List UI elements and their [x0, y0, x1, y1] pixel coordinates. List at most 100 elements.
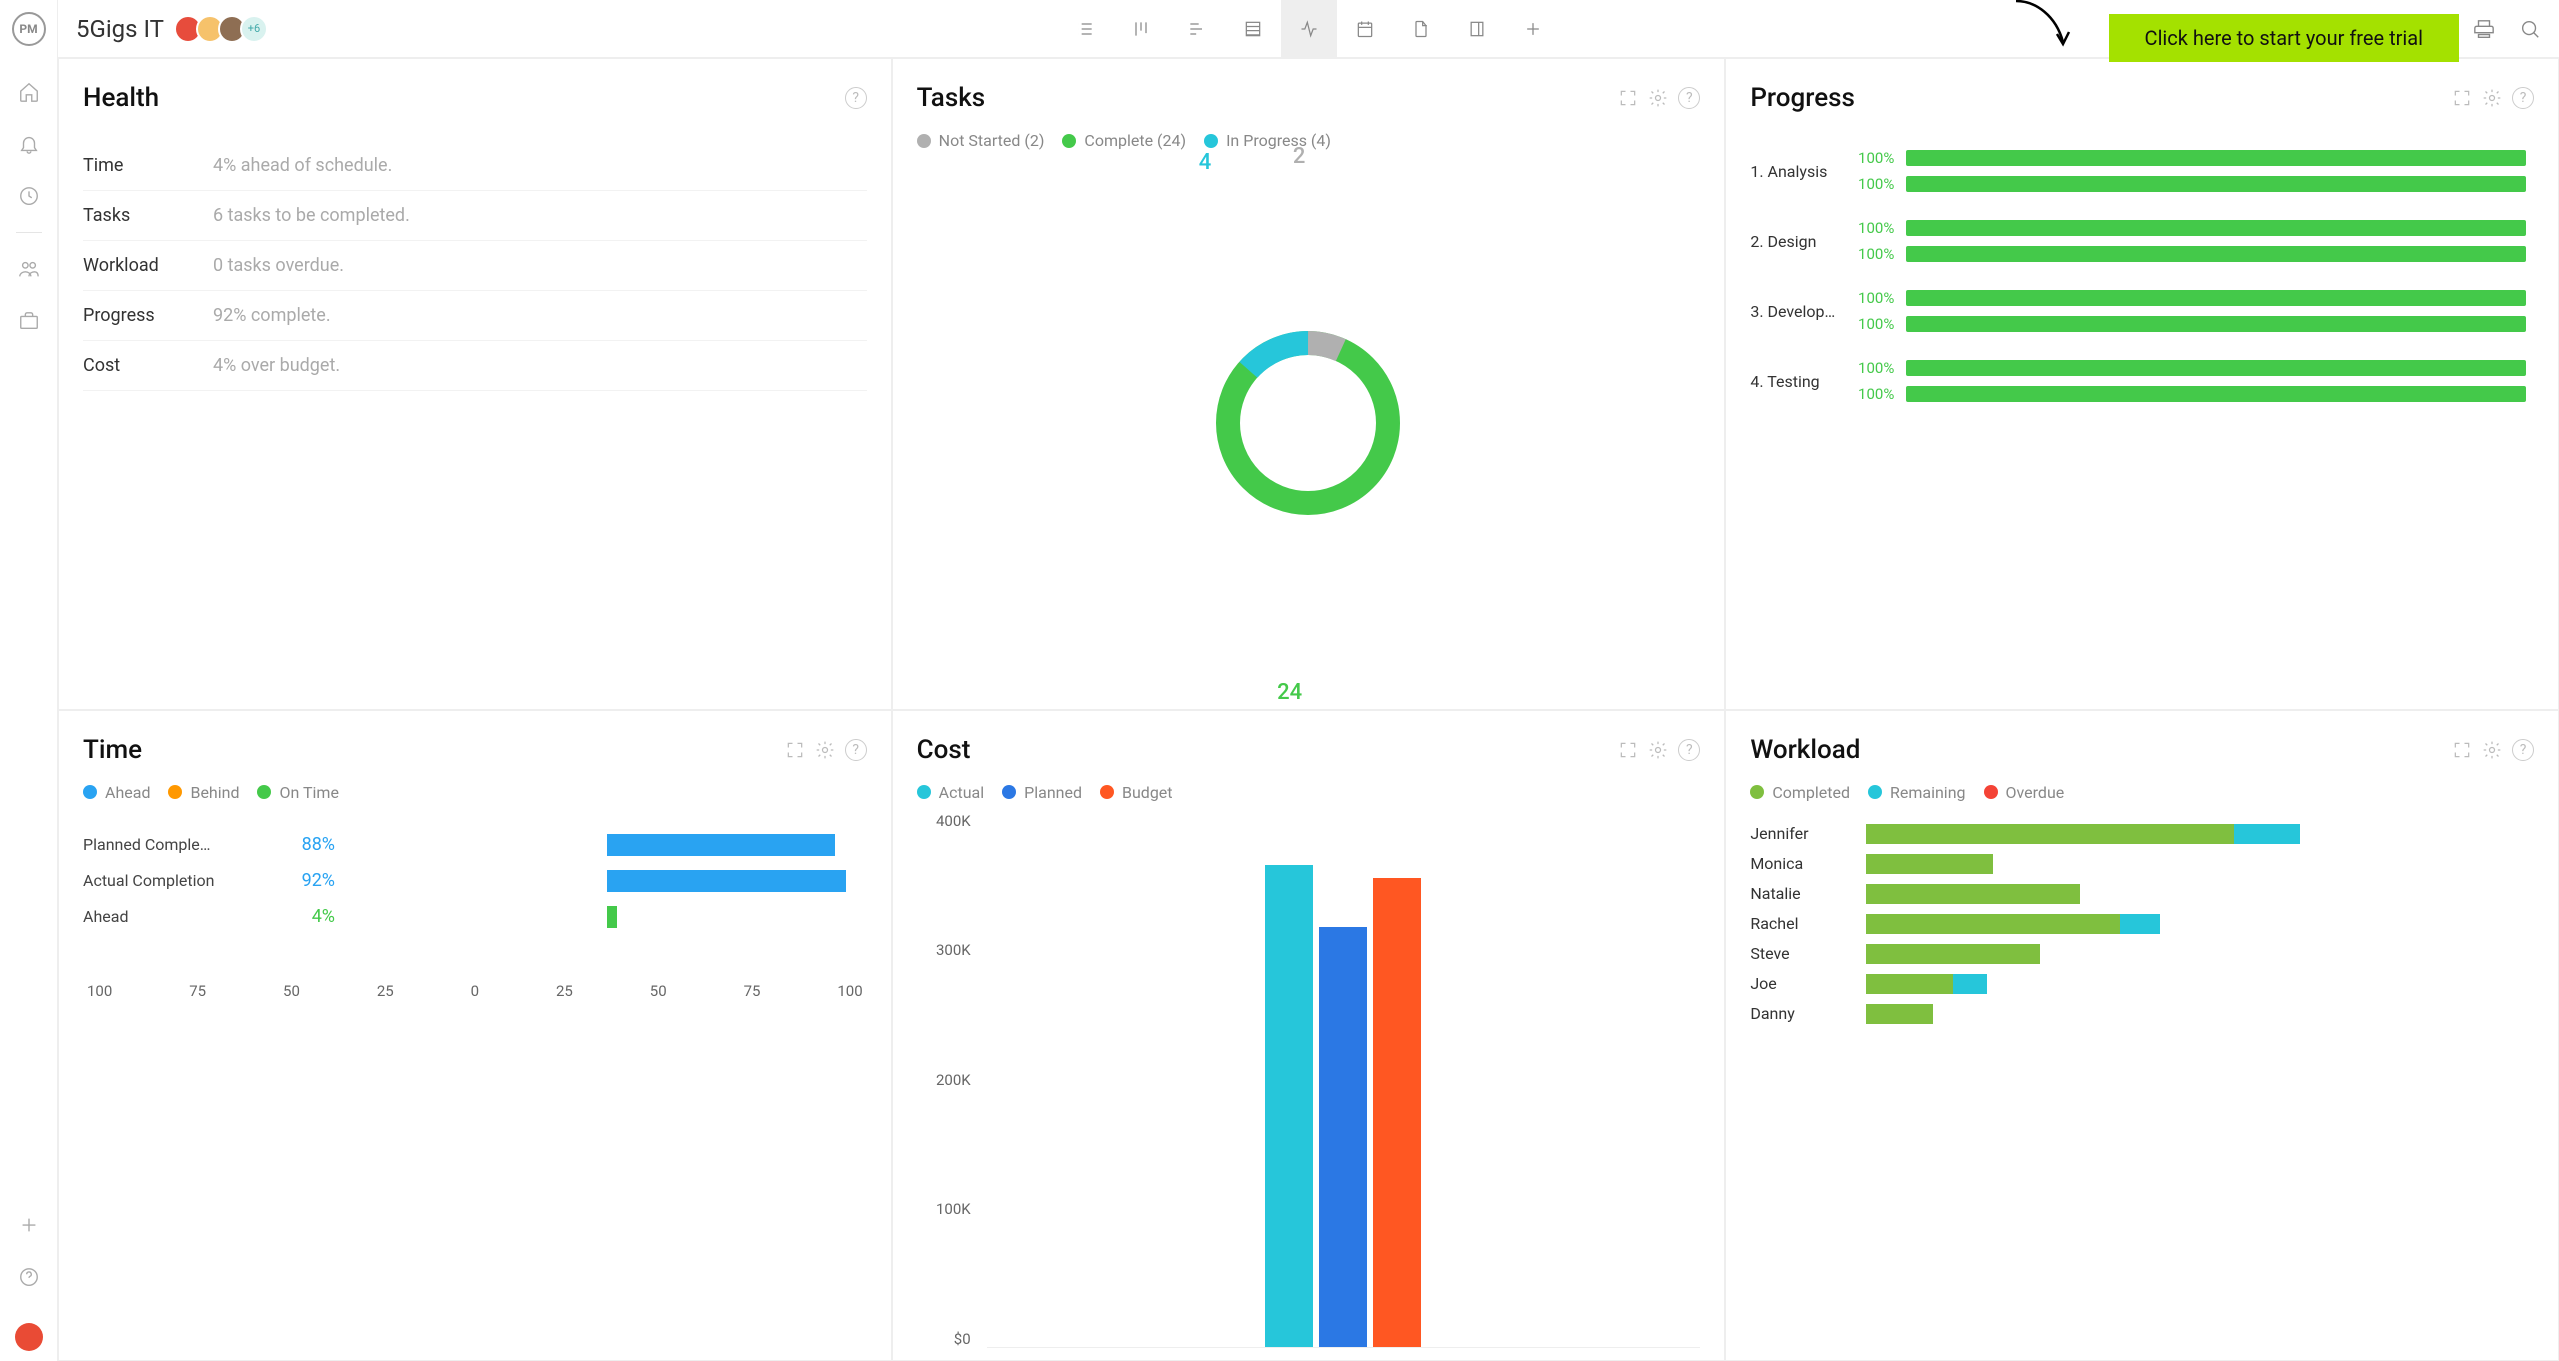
progress-row: 4. Testing100%100%: [1750, 359, 2526, 403]
progress-row: 1. Analysis100%100%: [1750, 149, 2526, 193]
health-row-value: 6 tasks to be completed.: [213, 205, 410, 226]
legend-label: Planned: [1024, 783, 1082, 802]
view-list-icon[interactable]: [1057, 0, 1113, 57]
progress-bar: [1906, 360, 2526, 376]
health-title: Health: [83, 83, 159, 113]
progress-name: 1. Analysis: [1750, 162, 1840, 181]
health-row-label: Workload: [83, 255, 213, 276]
help-icon[interactable]: [17, 1265, 41, 1289]
workload-segment: [1866, 854, 1993, 874]
home-icon[interactable]: [17, 80, 41, 104]
view-calendar-icon[interactable]: [1337, 0, 1393, 57]
progress-pct: 100%: [1854, 219, 1894, 237]
help-button[interactable]: ?: [1678, 739, 1700, 761]
axis-tick: 75: [744, 982, 761, 1000]
help-button[interactable]: ?: [845, 87, 867, 109]
view-board-icon[interactable]: [1113, 0, 1169, 57]
help-button[interactable]: ?: [2512, 739, 2534, 761]
health-row: Cost4% over budget.: [83, 341, 867, 391]
health-card: Health ? Time4% ahead of schedule.Tasks6…: [58, 58, 892, 710]
legend-label: Budget: [1122, 783, 1173, 802]
time-row: Planned Comple…88%: [83, 834, 867, 856]
gear-icon[interactable]: [2482, 88, 2502, 108]
view-reports-icon[interactable]: [1449, 0, 1505, 57]
add-icon[interactable]: [17, 1213, 41, 1237]
progress-pct: 100%: [1854, 289, 1894, 307]
progress-bar: [1906, 246, 2526, 262]
recent-icon[interactable]: [17, 184, 41, 208]
progress-bar: [1906, 290, 2526, 306]
axis-tick: 100K: [917, 1200, 971, 1218]
gear-icon[interactable]: [2482, 740, 2502, 760]
print-icon[interactable]: [2473, 18, 2495, 40]
legend-item[interactable]: Complete (24): [1062, 131, 1186, 150]
view-dashboard-icon[interactable]: [1281, 0, 1337, 57]
legend-item[interactable]: Ahead: [83, 783, 150, 802]
workload-segment: [1953, 974, 1986, 994]
legend-label: In Progress (4): [1226, 131, 1331, 150]
progress-pct: 100%: [1854, 175, 1894, 193]
workload-segment: [1866, 944, 2040, 964]
view-add-icon[interactable]: [1505, 0, 1561, 57]
expand-icon[interactable]: [1618, 740, 1638, 760]
legend-item[interactable]: Budget: [1100, 783, 1173, 802]
notifications-icon[interactable]: [17, 132, 41, 156]
axis-tick: 25: [377, 982, 394, 1000]
legend-item[interactable]: Behind: [168, 783, 239, 802]
donut-label-complete: 24: [1277, 680, 1302, 705]
avatar-overflow-badge[interactable]: +6: [240, 15, 268, 43]
legend-item[interactable]: Remaining: [1868, 783, 1966, 802]
app-logo[interactable]: PM: [12, 12, 46, 46]
help-button[interactable]: ?: [845, 739, 867, 761]
gear-icon[interactable]: [1648, 88, 1668, 108]
time-row-pct: 4%: [285, 906, 335, 927]
progress-pct: 100%: [1854, 245, 1894, 263]
legend-item[interactable]: Completed: [1750, 783, 1850, 802]
user-avatar[interactable]: [15, 1323, 43, 1351]
cost-bar-actual: [1265, 865, 1313, 1347]
legend-item[interactable]: Overdue: [1984, 783, 2065, 802]
team-icon[interactable]: [17, 257, 41, 281]
view-files-icon[interactable]: [1393, 0, 1449, 57]
workload-name: Danny: [1750, 1004, 1850, 1023]
legend-label: Overdue: [2006, 783, 2065, 802]
workload-bar: [1866, 1004, 2534, 1024]
cost-bar-chart: [987, 812, 1701, 1349]
health-row: Time4% ahead of schedule.: [83, 141, 867, 191]
legend-label: Complete (24): [1084, 131, 1186, 150]
legend-dot: [257, 785, 271, 799]
health-row: Workload0 tasks overdue.: [83, 241, 867, 291]
gear-icon[interactable]: [815, 740, 835, 760]
time-bar: [607, 834, 836, 856]
app-sidebar: PM: [0, 0, 58, 1361]
legend-item[interactable]: Actual: [917, 783, 984, 802]
tasks-card: Tasks ? Not Started (2)Complete (24)In P…: [892, 58, 1726, 710]
cost-bar-budget: [1373, 878, 1421, 1347]
legend-item[interactable]: On Time: [257, 783, 338, 802]
gear-icon[interactable]: [1648, 740, 1668, 760]
legend-item[interactable]: Not Started (2): [917, 131, 1045, 150]
expand-icon[interactable]: [1618, 88, 1638, 108]
time-row-label: Ahead: [83, 907, 273, 926]
search-icon[interactable]: [2519, 18, 2541, 40]
health-row-value: 0 tasks overdue.: [213, 255, 344, 276]
trial-banner[interactable]: Click here to start your free trial: [2109, 14, 2459, 62]
legend-dot: [1750, 785, 1764, 799]
axis-tick: $0: [917, 1330, 971, 1348]
legend-item[interactable]: Planned: [1002, 783, 1082, 802]
portfolio-icon[interactable]: [17, 309, 41, 333]
progress-bar: [1906, 386, 2526, 402]
expand-icon[interactable]: [2452, 740, 2472, 760]
progress-title: Progress: [1750, 83, 1855, 113]
legend-item[interactable]: In Progress (4): [1204, 131, 1331, 150]
avatar-group[interactable]: +6: [180, 15, 268, 43]
legend-label: Behind: [190, 783, 239, 802]
view-gantt-icon[interactable]: [1169, 0, 1225, 57]
expand-icon[interactable]: [785, 740, 805, 760]
view-sheet-icon[interactable]: [1225, 0, 1281, 57]
progress-bar: [1906, 176, 2526, 192]
axis-tick: 75: [189, 982, 206, 1000]
expand-icon[interactable]: [2452, 88, 2472, 108]
help-button[interactable]: ?: [2512, 87, 2534, 109]
help-button[interactable]: ?: [1678, 87, 1700, 109]
